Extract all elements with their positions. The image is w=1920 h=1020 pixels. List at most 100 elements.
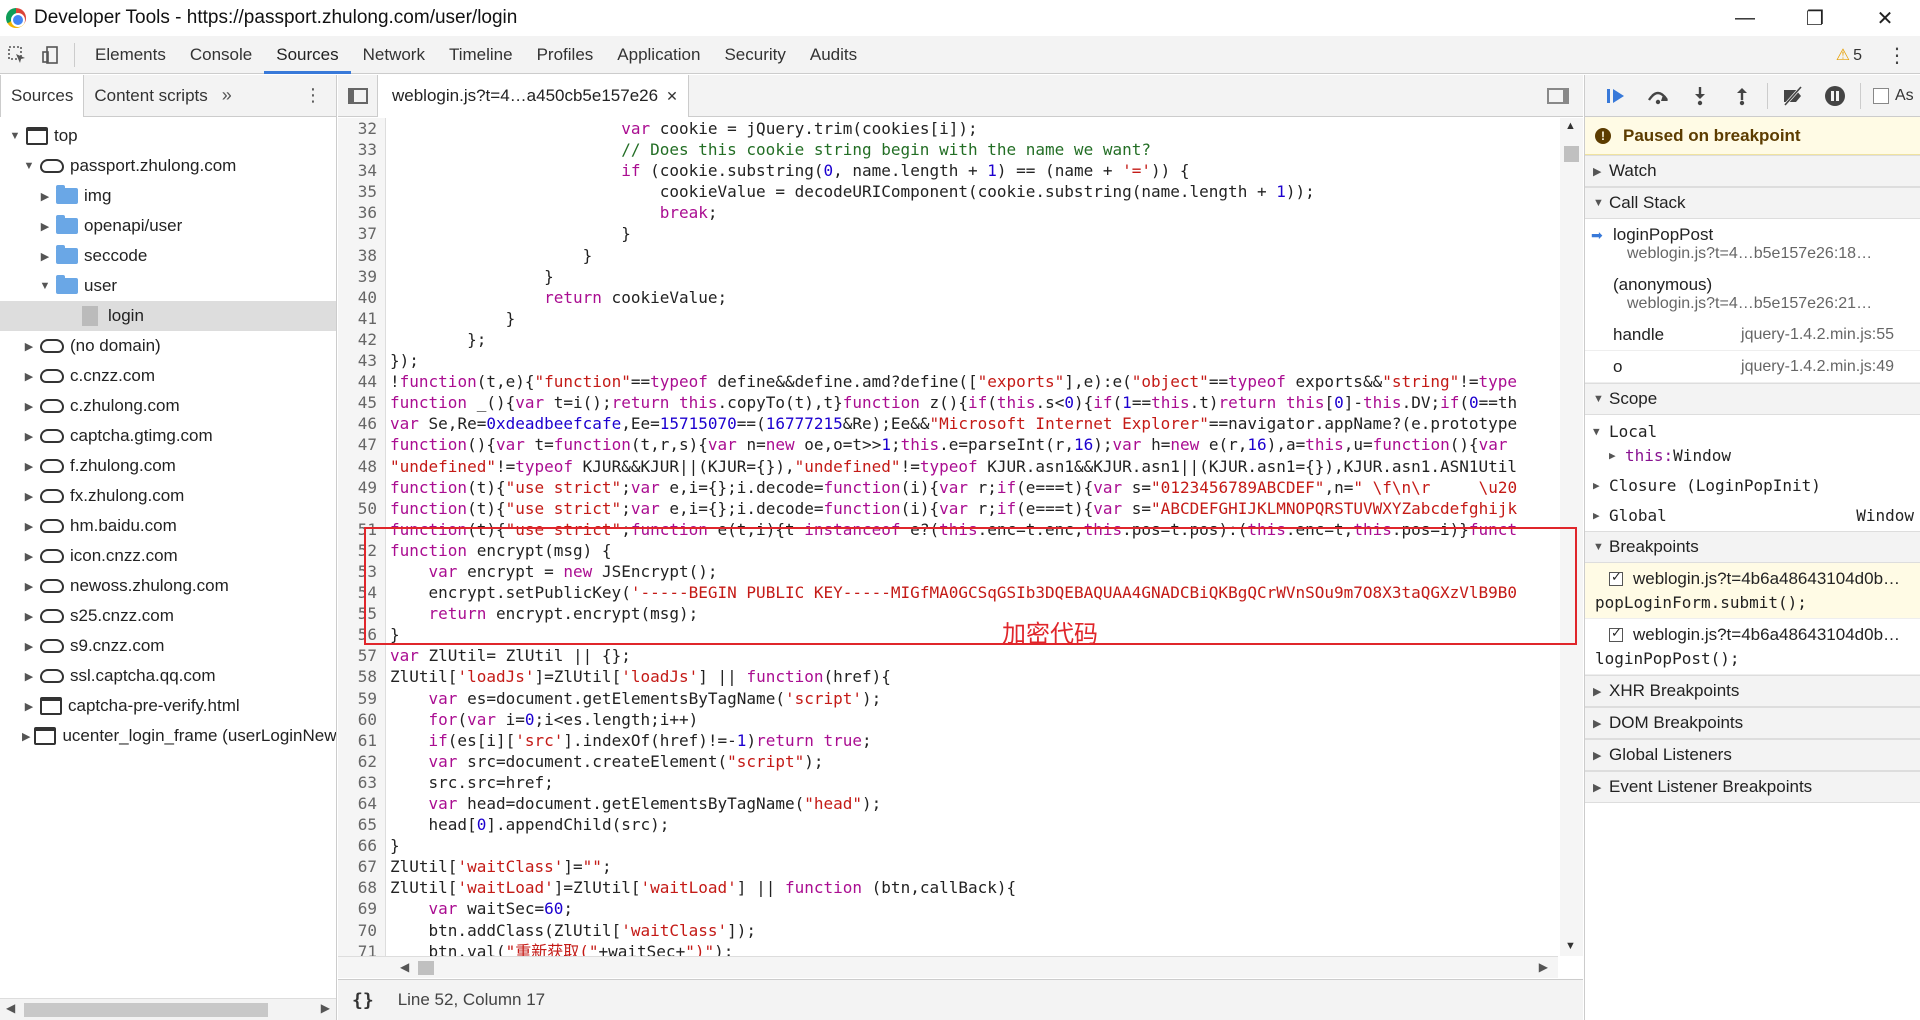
expand-arrow-icon[interactable]: ▶ <box>22 730 30 743</box>
tab-audits[interactable]: Audits <box>798 36 869 74</box>
line-number[interactable]: 35 <box>338 181 386 203</box>
tab-network[interactable]: Network <box>351 36 437 74</box>
line-number[interactable]: 38 <box>338 244 386 266</box>
code-line[interactable]: 54 encrypt.setPublicKey('-----BEGIN PUBL… <box>338 582 1558 604</box>
tab-sources[interactable]: Sources <box>264 36 351 74</box>
line-number[interactable]: 65 <box>338 814 386 836</box>
line-number[interactable]: 34 <box>338 160 386 182</box>
code-line[interactable]: 36 break; <box>338 202 1558 224</box>
tree-item[interactable]: ▶ captcha-pre-verify.html <box>0 691 336 721</box>
code-line[interactable]: 69 var waitSec=60; <box>338 898 1558 920</box>
code-line[interactable]: 49 function(t){"use strict";var e,i={};i.… <box>338 476 1558 498</box>
close-tab-icon[interactable]: ✕ <box>666 88 678 104</box>
line-number[interactable]: 40 <box>338 286 386 308</box>
expand-arrow-icon[interactable]: ▶ <box>22 610 36 623</box>
line-number[interactable]: 47 <box>338 434 386 456</box>
code-line[interactable]: 65 head[0].appendChild(src); <box>338 814 1558 836</box>
code-line[interactable]: 39 } <box>338 265 1558 287</box>
toggle-navigator-icon[interactable] <box>338 74 378 117</box>
step-over-icon[interactable] <box>1637 75 1679 117</box>
customize-menu-icon[interactable]: ⋮ <box>1882 43 1912 68</box>
line-number[interactable]: 42 <box>338 328 386 351</box>
breakpoint-item[interactable]: weblogin.js?t=4b6a48643104d0b… popLoginFo… <box>1585 563 1920 619</box>
tab-elements[interactable]: Elements <box>83 36 178 74</box>
code-line[interactable]: 43}); <box>338 350 1558 372</box>
code-line[interactable]: 52 function encrypt(msg) { <box>338 539 1558 561</box>
code-line[interactable]: 59 var es=document.getElementsByTagName(… <box>338 687 1558 709</box>
section-xhr-breakpoints[interactable]: ▶ XHR Breakpoints <box>1585 675 1920 707</box>
code-line[interactable]: 62 var src=document.createElement("scrip… <box>338 750 1558 772</box>
step-out-icon[interactable] <box>1721 75 1763 117</box>
line-number[interactable]: 64 <box>338 793 386 815</box>
code-line[interactable]: 37 } <box>338 223 1558 245</box>
tree-item[interactable]: ▶ hm.baidu.com <box>0 511 336 541</box>
collapse-arrow-icon[interactable]: ▼ <box>8 130 22 142</box>
code-line[interactable]: 51 function(t){"use strict";function e(t,… <box>338 518 1558 540</box>
deactivate-breakpoints-icon[interactable] <box>1772 75 1814 117</box>
tab-console[interactable]: Console <box>178 36 264 74</box>
code-area[interactable]: 32 var cookie = jQuery.trim(cookies[i]);… <box>338 118 1558 956</box>
line-number[interactable]: 39 <box>338 265 386 287</box>
tree-item[interactable]: ▶ c.cnzz.com <box>0 361 336 391</box>
code-line[interactable]: 42 }; <box>338 328 1558 351</box>
collapse-arrow-icon[interactable]: ▼ <box>38 280 52 292</box>
tree-item[interactable]: ▶ f.zhulong.com <box>0 451 336 481</box>
tree-item[interactable]: ▼ top <box>0 121 336 151</box>
code-line[interactable]: 45 function _(){var t=i();return this.cop… <box>338 392 1558 414</box>
tree-item[interactable]: ▶ fx.zhulong.com <box>0 481 336 511</box>
step-into-icon[interactable] <box>1679 75 1721 117</box>
code-line[interactable]: 68 ZlUtil['waitLoad']=ZlUtil['waitLoad'] … <box>338 877 1558 899</box>
code-line[interactable]: 46 var Se,Re=0xdeadbeefcafe,Ee=15715070==… <box>338 413 1558 435</box>
breakpoint-checkbox[interactable] <box>1609 625 1623 642</box>
tree-item[interactable]: ▶ newoss.zhulong.com <box>0 571 336 601</box>
code-line[interactable]: 34 if (cookie.substring(0, name.length +… <box>338 160 1558 182</box>
line-number[interactable]: 51 <box>338 518 386 540</box>
expand-arrow-icon[interactable]: ▶ <box>22 520 36 533</box>
code-line[interactable]: 61 if(es[i]['src'].indexOf(href)!=-1)ret… <box>338 729 1558 751</box>
expand-arrow-icon[interactable]: ▶ <box>22 700 36 713</box>
code-line[interactable]: 66} <box>338 835 1558 857</box>
line-number[interactable]: 50 <box>338 497 386 519</box>
tree-item[interactable]: ▶ ucenter_login_frame (userLoginNew.html) <box>0 721 336 751</box>
expand-arrow-icon[interactable]: ▶ <box>22 430 36 443</box>
line-number[interactable]: 66 <box>338 835 386 857</box>
code-line[interactable]: 33 // Does this cookie string begin with… <box>338 139 1558 161</box>
tree-item[interactable]: ▶ s25.cnzz.com <box>0 601 336 631</box>
line-number[interactable]: 46 <box>338 413 386 435</box>
tree-item[interactable]: ▶ s9.cnzz.com <box>0 631 336 661</box>
section-watch[interactable]: ▶ Watch <box>1585 155 1920 187</box>
scope-global[interactable]: ▶ Global Window <box>1585 503 1920 527</box>
pretty-print-button[interactable]: {} <box>352 990 374 1011</box>
tab-application[interactable]: Application <box>605 36 712 74</box>
editor-horizontal-scrollbar[interactable]: ◀ ▶ <box>338 956 1558 978</box>
code-line[interactable]: 71 btn.val("重新获取("+waitSec+")"); <box>338 940 1558 956</box>
scrollbar-thumb[interactable] <box>1564 146 1579 162</box>
code-line[interactable]: 58 ZlUtil['loadJs']=ZlUtil['loadJs'] || f… <box>338 666 1558 688</box>
expand-arrow-icon[interactable]: ▶ <box>38 220 52 233</box>
tab-timeline[interactable]: Timeline <box>437 36 525 74</box>
scope-closure[interactable]: ▶ Closure (LoginPopInit) <box>1585 473 1920 497</box>
tree-item[interactable]: ▶ (no domain) <box>0 331 336 361</box>
code-line[interactable]: 70 btn.addClass(ZlUtil['waitClass']); <box>338 919 1558 941</box>
expand-arrow-icon[interactable]: ▶ <box>22 400 36 413</box>
maximize-button[interactable]: ❐ <box>1780 0 1850 36</box>
section-dom-breakpoints[interactable]: ▶ DOM Breakpoints <box>1585 707 1920 739</box>
breakpoint-item[interactable]: weblogin.js?t=4b6a48643104d0b… loginPopPo… <box>1585 619 1920 675</box>
tab-sources[interactable]: Sources <box>0 74 85 117</box>
scroll-right-icon[interactable]: ▶ <box>321 1001 330 1015</box>
expand-arrow-icon[interactable]: ▶ <box>22 340 36 353</box>
call-frame[interactable]: handle jquery-1.4.2.min.js:55 <box>1585 319 1920 351</box>
line-number[interactable]: 56 <box>338 624 386 646</box>
scroll-left-icon[interactable]: ◀ <box>400 960 409 974</box>
line-number[interactable]: 43 <box>338 350 386 372</box>
scope-this[interactable]: ▶ this: Window <box>1585 443 1920 467</box>
scroll-up-icon[interactable]: ▲ <box>1565 120 1576 132</box>
breakpoint-checkbox[interactable] <box>1609 569 1623 586</box>
line-number[interactable]: 41 <box>338 307 386 329</box>
pause-on-exceptions-icon[interactable] <box>1814 75 1856 117</box>
code-line[interactable]: 41 } <box>338 307 1558 329</box>
tree-item[interactable]: ▶ c.zhulong.com <box>0 391 336 421</box>
expand-arrow-icon[interactable]: ▶ <box>22 550 36 563</box>
line-number[interactable]: 54 <box>338 582 386 604</box>
section-breakpoints[interactable]: ▼ Breakpoints <box>1585 531 1920 563</box>
